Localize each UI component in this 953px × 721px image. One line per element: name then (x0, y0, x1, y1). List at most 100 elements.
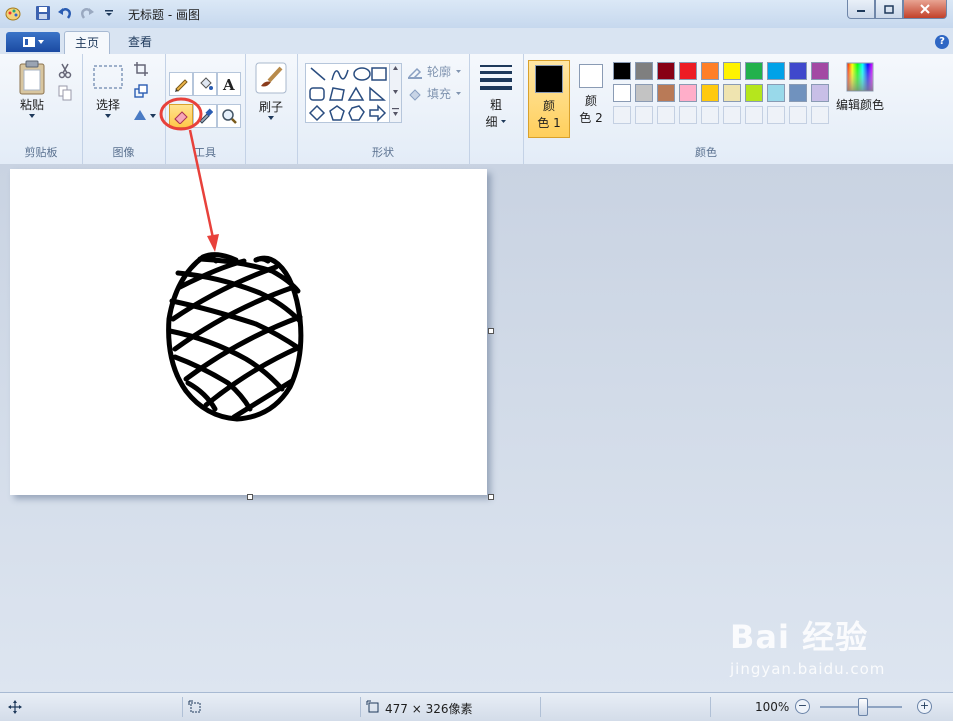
custom-color-slot[interactable] (657, 106, 675, 124)
palette-swatch[interactable] (745, 62, 763, 80)
resize-icon[interactable] (132, 82, 150, 100)
custom-color-slot[interactable] (679, 106, 697, 124)
cursor-position-icon (8, 700, 22, 717)
close-button[interactable] (903, 0, 947, 19)
app-menu-icon (23, 37, 44, 47)
help-icon[interactable]: ? (935, 35, 949, 49)
fill-button[interactable]: 填充 (407, 85, 462, 102)
canvas-resize-handle-right[interactable] (488, 328, 494, 334)
quick-access-toolbar (4, 4, 118, 22)
fill-label: 填充 (427, 87, 452, 101)
color2-button[interactable]: 颜 色 2 (571, 60, 611, 136)
save-icon[interactable] (34, 4, 52, 22)
status-separator (710, 697, 711, 717)
custom-color-slot[interactable] (767, 106, 785, 124)
magnifier-tool[interactable] (217, 104, 241, 128)
canvas-resize-handle-corner[interactable] (488, 494, 494, 500)
palette-swatch[interactable] (635, 62, 653, 80)
ribbon: 粘贴 剪贴板 选择 图像 A 工具 刷子 轮廓 填充 形状 粗 细 颜 色 1 … (0, 54, 953, 165)
tab-home[interactable]: 主页 (64, 31, 111, 55)
shapes-gallery[interactable] (305, 63, 401, 123)
paste-button[interactable]: 粘贴 (12, 60, 52, 119)
palette-swatch[interactable] (635, 84, 653, 102)
zoom-out-button[interactable]: − (795, 699, 810, 714)
palette-swatch[interactable] (789, 84, 807, 102)
palette-swatch[interactable] (745, 84, 763, 102)
palette-swatch[interactable] (657, 62, 675, 80)
pinecone-drawing (166, 252, 304, 422)
custom-color-slot[interactable] (635, 106, 653, 124)
palette-swatch[interactable] (723, 84, 741, 102)
copy-icon[interactable] (56, 84, 74, 102)
brushes-label: 刷子 (258, 100, 283, 114)
palette-swatch[interactable] (679, 84, 697, 102)
svg-text:A: A (222, 76, 235, 92)
redo-icon[interactable] (78, 4, 96, 22)
size-label-top: 粗 (489, 98, 502, 112)
rectangle-shape-icon (371, 67, 387, 81)
color1-swatch (535, 65, 563, 93)
undo-icon[interactable] (56, 4, 74, 22)
fill-tool[interactable] (193, 72, 217, 96)
palette-swatch[interactable] (613, 84, 631, 102)
tab-view[interactable]: 查看 (118, 31, 162, 54)
outline-button[interactable]: 轮廓 (407, 63, 462, 80)
palette-swatch[interactable] (701, 84, 719, 102)
eraser-tool[interactable] (169, 104, 193, 128)
custom-color-slot[interactable] (723, 106, 741, 124)
oval-shape-icon (353, 67, 371, 81)
size-button[interactable]: 粗 细 (479, 64, 513, 130)
drawing-canvas[interactable] (10, 169, 487, 495)
diamond-shape-icon (308, 104, 326, 122)
window-controls (847, 0, 947, 19)
palette-swatch[interactable] (811, 84, 829, 102)
palette-swatch[interactable] (657, 84, 675, 102)
palette-swatch[interactable] (613, 62, 631, 80)
palette-swatch[interactable] (723, 62, 741, 80)
custom-color-slot[interactable] (811, 106, 829, 124)
custom-color-slot[interactable] (701, 106, 719, 124)
edit-colors-label: 编辑颜色 (835, 98, 884, 112)
color1-button[interactable]: 颜 色 1 (528, 60, 570, 138)
colors-group: 颜 色 1 颜 色 2 编辑颜色 颜色 (523, 54, 889, 164)
colors-group-label: 颜色 (695, 146, 717, 159)
status-separator (540, 697, 541, 717)
polygon-shape-icon (329, 87, 345, 101)
brushes-button[interactable]: 刷子 (253, 62, 289, 121)
text-tool[interactable]: A (217, 72, 241, 96)
color-picker-tool[interactable] (193, 104, 217, 128)
size-group: 粗 细 (469, 54, 524, 164)
canvas-resize-handle-bottom[interactable] (247, 494, 253, 500)
zoom-in-button[interactable]: + (917, 699, 932, 714)
rotate-icon[interactable] (132, 106, 158, 124)
tools-group: A 工具 (165, 54, 246, 164)
brush-icon (255, 62, 287, 94)
palette-swatch[interactable] (811, 62, 829, 80)
app-menu-button[interactable] (6, 32, 60, 52)
custom-color-slot[interactable] (613, 106, 631, 124)
edit-colors-button[interactable]: 编辑颜色 (835, 62, 885, 113)
rounded-rect-shape-icon (309, 87, 325, 101)
palette-swatch[interactable] (701, 62, 719, 80)
pentagon-shape-icon (329, 105, 345, 121)
cut-icon[interactable] (56, 62, 74, 80)
pencil-tool[interactable] (169, 72, 193, 96)
fill-icon (409, 88, 421, 101)
eyedropper-icon (199, 108, 213, 124)
custom-color-slot[interactable] (745, 106, 763, 124)
zoom-slider-thumb[interactable] (858, 698, 868, 716)
palette-swatch[interactable] (767, 62, 785, 80)
customize-qat-icon[interactable] (100, 4, 118, 22)
ribbon-tab-row: 主页 查看 ? (0, 28, 953, 55)
select-button[interactable]: 选择 (90, 64, 126, 119)
custom-color-slot[interactable] (789, 106, 807, 124)
crop-icon[interactable] (132, 60, 150, 78)
maximize-button[interactable] (875, 0, 903, 19)
palette-swatch[interactable] (789, 62, 807, 80)
minimize-button[interactable] (847, 0, 875, 19)
palette-swatch[interactable] (767, 84, 785, 102)
paint-app-icon[interactable] (4, 4, 22, 22)
arrow-shape-icon (369, 104, 387, 122)
palette-swatch[interactable] (679, 62, 697, 80)
shapes-gallery-scroll[interactable] (389, 63, 402, 123)
